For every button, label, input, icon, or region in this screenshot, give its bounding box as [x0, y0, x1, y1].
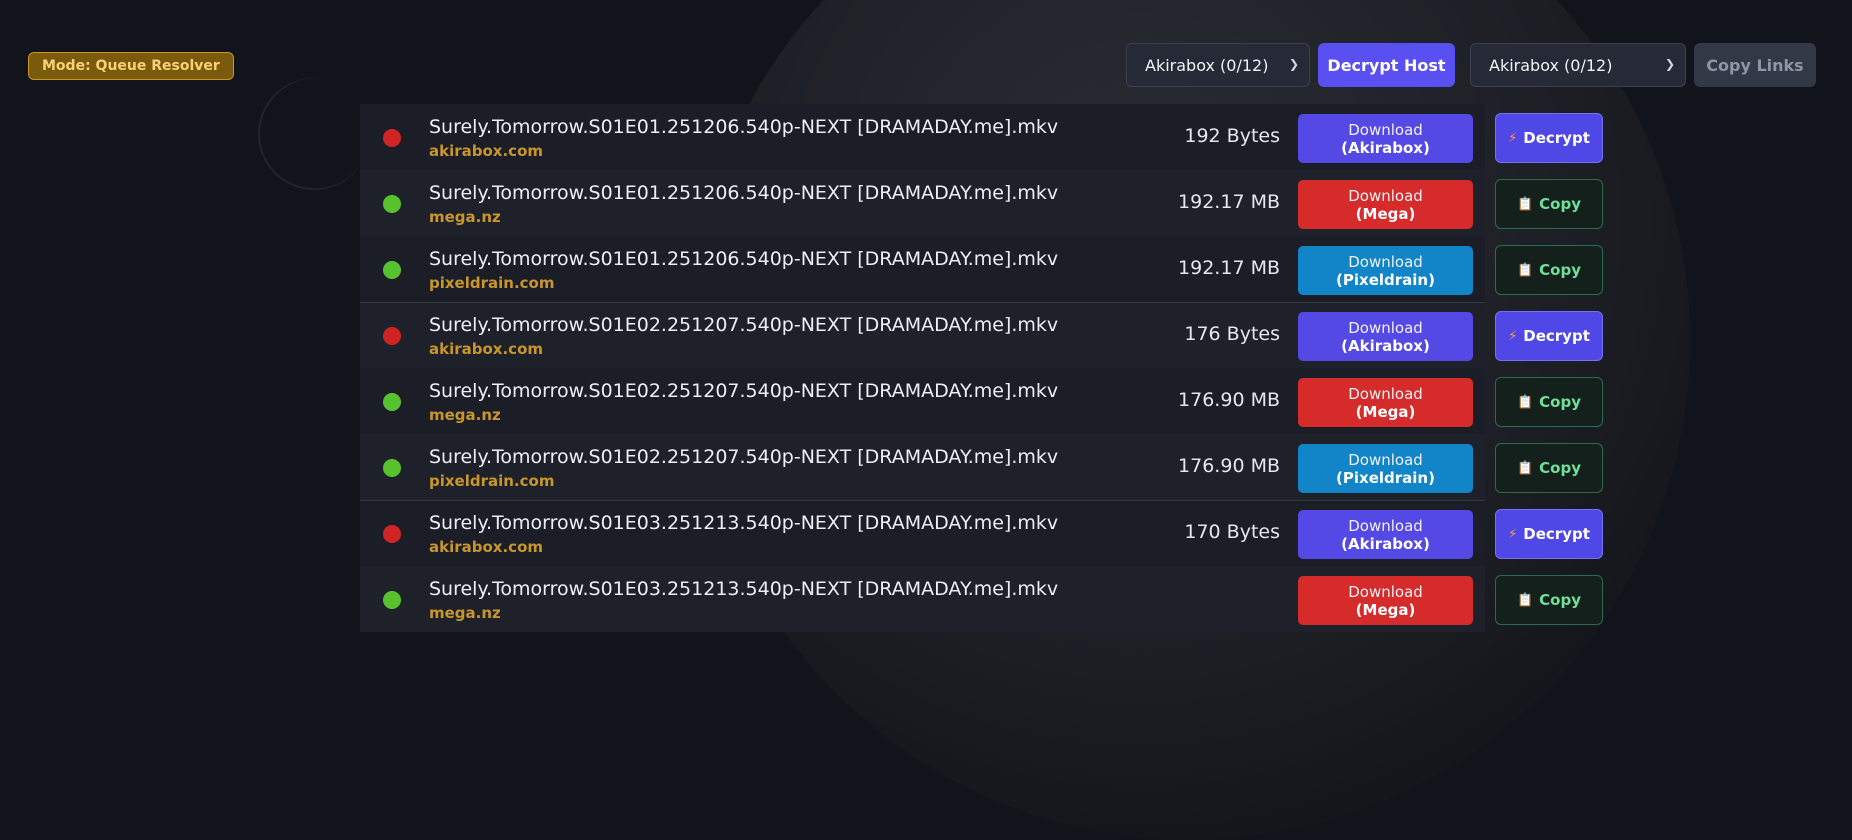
- action-label: Copy: [1539, 195, 1582, 213]
- download-label: Download: [1348, 318, 1423, 337]
- clipboard-icon: 📋: [1516, 394, 1534, 410]
- host-name: akirabox.com: [429, 142, 544, 160]
- download-button[interactable]: Download (Akirabox): [1298, 114, 1473, 163]
- decrypt-button[interactable]: ⚡ Decrypt: [1495, 311, 1603, 361]
- status-dot: [383, 261, 401, 279]
- download-host-label: (Akirabox): [1341, 336, 1430, 355]
- download-button[interactable]: Download (Pixeldrain): [1298, 444, 1473, 493]
- action-label: Copy: [1539, 393, 1582, 411]
- host-select-right-value: Akirabox (0/12): [1489, 55, 1613, 75]
- table-row: Surely.Tomorrow.S01E03.251213.540p-NEXT …: [360, 566, 1603, 632]
- status-dot: [383, 591, 401, 609]
- clipboard-icon: 📋: [1516, 196, 1534, 212]
- file-size: 176.90 MB: [1178, 455, 1280, 477]
- download-host-label: (Mega): [1355, 204, 1416, 223]
- host-select-left-value: Akirabox (0/12): [1145, 55, 1269, 75]
- download-button[interactable]: Download (Akirabox): [1298, 312, 1473, 361]
- download-label: Download: [1348, 582, 1423, 601]
- table-row: Surely.Tomorrow.S01E02.251207.540p-NEXT …: [360, 368, 1603, 434]
- status-dot: [383, 525, 401, 543]
- download-button[interactable]: Download (Pixeldrain): [1298, 246, 1473, 295]
- table-row: Surely.Tomorrow.S01E02.251207.540p-NEXT …: [360, 302, 1603, 368]
- download-label: Download: [1348, 186, 1423, 205]
- download-button[interactable]: Download (Akirabox): [1298, 510, 1473, 559]
- download-label: Download: [1348, 450, 1423, 469]
- file-list: Surely.Tomorrow.S01E01.251206.540p-NEXT …: [360, 104, 1603, 632]
- action-label: Copy: [1539, 459, 1582, 477]
- download-label: Download: [1348, 384, 1423, 403]
- decrypt-host-button[interactable]: Decrypt Host: [1318, 43, 1455, 87]
- file-size: 192 Bytes: [1184, 125, 1280, 147]
- action-label: Decrypt: [1523, 525, 1590, 543]
- bolt-icon: ⚡: [1508, 328, 1518, 344]
- download-label: Download: [1348, 252, 1423, 271]
- host-name: pixeldrain.com: [429, 274, 555, 292]
- host-name: akirabox.com: [429, 538, 544, 556]
- action-label: Decrypt: [1523, 129, 1590, 147]
- bolt-icon: ⚡: [1508, 130, 1518, 146]
- file-name: Surely.Tomorrow.S01E01.251206.540p-NEXT …: [429, 248, 1059, 270]
- host-name: akirabox.com: [429, 340, 544, 358]
- file-name: Surely.Tomorrow.S01E03.251213.540p-NEXT …: [429, 512, 1059, 534]
- file-size: 192.17 MB: [1178, 257, 1280, 279]
- file-name: Surely.Tomorrow.S01E02.251207.540p-NEXT …: [429, 314, 1059, 336]
- status-dot: [383, 327, 401, 345]
- table-row: Surely.Tomorrow.S01E01.251206.540p-NEXT …: [360, 104, 1603, 170]
- download-button[interactable]: Download (Mega): [1298, 378, 1473, 427]
- chevron-down-icon: ❯: [1288, 57, 1299, 71]
- file-size: 192.17 MB: [1178, 191, 1280, 213]
- download-host-label: (Mega): [1355, 402, 1416, 421]
- download-button[interactable]: Download (Mega): [1298, 576, 1473, 625]
- file-name: Surely.Tomorrow.S01E01.251206.540p-NEXT …: [429, 182, 1059, 204]
- action-label: Copy: [1539, 261, 1582, 279]
- file-name: Surely.Tomorrow.S01E02.251207.540p-NEXT …: [429, 446, 1059, 468]
- status-dot: [383, 393, 401, 411]
- copy-button[interactable]: 📋 Copy: [1495, 245, 1603, 295]
- table-row: Surely.Tomorrow.S01E01.251206.540p-NEXT …: [360, 170, 1603, 236]
- download-button[interactable]: Download (Mega): [1298, 180, 1473, 229]
- status-dot: [383, 195, 401, 213]
- download-host-label: (Pixeldrain): [1336, 270, 1435, 289]
- host-name: mega.nz: [429, 208, 501, 226]
- status-dot: [383, 459, 401, 477]
- host-select-left[interactable]: Akirabox (0/12) ❯: [1126, 43, 1310, 87]
- table-row: Surely.Tomorrow.S01E03.251213.540p-NEXT …: [360, 500, 1603, 566]
- file-size: 176.90 MB: [1178, 389, 1280, 411]
- file-name: Surely.Tomorrow.S01E03.251213.540p-NEXT …: [429, 578, 1059, 600]
- table-row: Surely.Tomorrow.S01E02.251207.540p-NEXT …: [360, 434, 1603, 500]
- file-size: 176 Bytes: [1184, 323, 1280, 345]
- status-dot: [383, 129, 401, 147]
- download-host-label: (Pixeldrain): [1336, 468, 1435, 487]
- decrypt-button[interactable]: ⚡ Decrypt: [1495, 509, 1603, 559]
- file-name: Surely.Tomorrow.S01E01.251206.540p-NEXT …: [429, 116, 1059, 138]
- download-label: Download: [1348, 516, 1423, 535]
- clipboard-icon: 📋: [1516, 592, 1534, 608]
- bolt-icon: ⚡: [1508, 526, 1518, 542]
- table-row: Surely.Tomorrow.S01E01.251206.540p-NEXT …: [360, 236, 1603, 302]
- copy-button[interactable]: 📋 Copy: [1495, 443, 1603, 493]
- decrypt-button[interactable]: ⚡ Decrypt: [1495, 113, 1603, 163]
- copy-button[interactable]: 📋 Copy: [1495, 179, 1603, 229]
- host-name: mega.nz: [429, 604, 501, 622]
- download-host-label: (Mega): [1355, 600, 1416, 619]
- host-name: mega.nz: [429, 406, 501, 424]
- action-label: Copy: [1539, 591, 1582, 609]
- file-name: Surely.Tomorrow.S01E02.251207.540p-NEXT …: [429, 380, 1059, 402]
- download-label: Download: [1348, 120, 1423, 139]
- chevron-down-icon: ❯: [1664, 57, 1675, 71]
- download-host-label: (Akirabox): [1341, 534, 1430, 553]
- mode-badge: Mode: Queue Resolver: [28, 52, 234, 80]
- host-select-right[interactable]: Akirabox (0/12) ❯: [1470, 43, 1686, 87]
- clipboard-icon: 📋: [1516, 262, 1534, 278]
- host-name: pixeldrain.com: [429, 472, 555, 490]
- action-label: Decrypt: [1523, 327, 1590, 345]
- copy-button[interactable]: 📋 Copy: [1495, 377, 1603, 427]
- download-host-label: (Akirabox): [1341, 138, 1430, 157]
- clipboard-icon: 📋: [1516, 460, 1534, 476]
- file-size: 170 Bytes: [1184, 521, 1280, 543]
- copy-links-button[interactable]: Copy Links: [1694, 43, 1816, 87]
